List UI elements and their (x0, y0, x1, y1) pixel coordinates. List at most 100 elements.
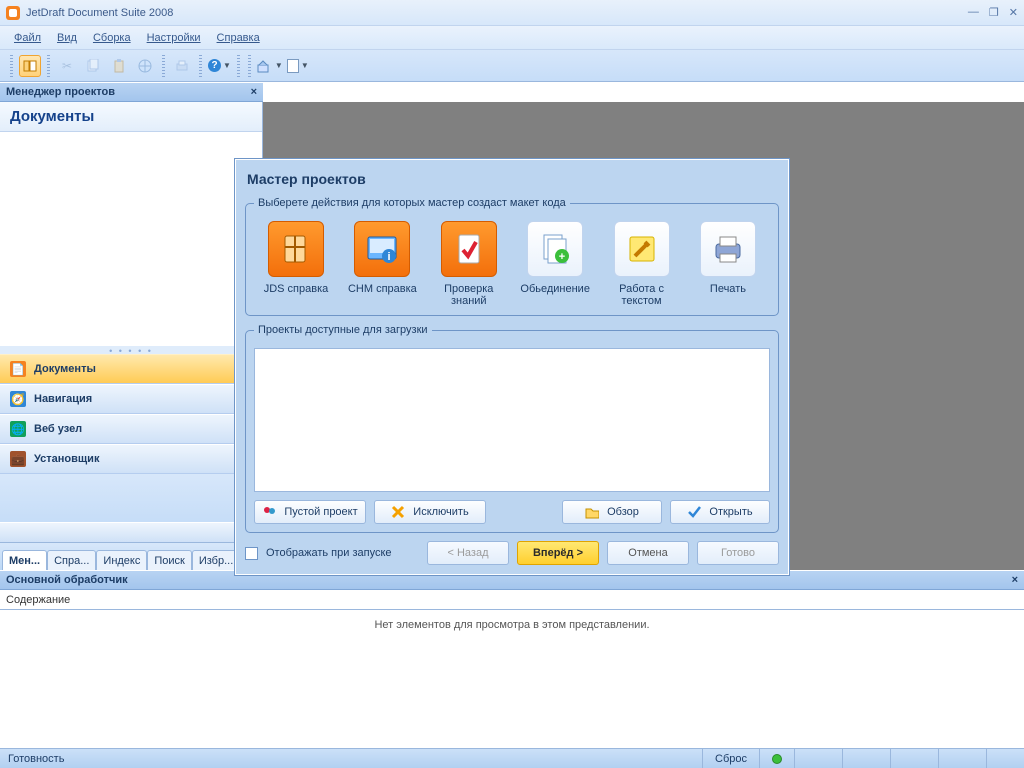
main-handler-title: Основной обработчик (6, 574, 128, 586)
opt-print-label: Печать (710, 283, 746, 295)
status-cell (842, 749, 890, 768)
preview-empty-row: Нет элементов для просмотра в этом предс… (0, 610, 1024, 640)
status-indicator (759, 749, 794, 768)
merge-icon: + (527, 221, 583, 277)
menu-help[interactable]: Справка (211, 30, 266, 46)
close-panel-button[interactable]: × (251, 86, 257, 98)
printer-icon (700, 221, 756, 277)
quiz-icon (441, 221, 497, 277)
close-button[interactable]: ✕ (1009, 6, 1018, 19)
menu-file[interactable]: Файл (8, 30, 47, 46)
opt-chm[interactable]: i CHM справка (340, 221, 424, 307)
exclude-label: Исключить (413, 506, 468, 518)
nav-documents-label: Документы (34, 363, 96, 375)
empty-project-button[interactable]: Пустой проект (254, 500, 366, 524)
documents-icon: 📄 (10, 361, 26, 377)
tool-print[interactable] (171, 55, 193, 77)
wizard-back-button[interactable]: < Назад (427, 541, 509, 565)
content-row: Содержание (0, 590, 1024, 610)
check-icon (687, 505, 701, 519)
actions-group: Выберете действия для которых мастер соз… (245, 197, 779, 316)
jds-icon (268, 221, 324, 277)
menu-view[interactable]: Вид (51, 30, 83, 46)
show-on-start-checkbox[interactable] (245, 547, 258, 560)
documents-heading: Документы (0, 102, 262, 132)
nav-webnode-label: Веб узел (34, 423, 82, 435)
tab-index[interactable]: Индекс (96, 550, 147, 570)
tool-cut[interactable]: ✂ (56, 55, 78, 77)
chm-icon: i (354, 221, 410, 277)
nav-navigation-label: Навигация (34, 393, 92, 405)
tool-toggle-panel[interactable] (19, 55, 41, 77)
tool-copy[interactable] (82, 55, 104, 77)
wizard-next-button[interactable]: Вперёд > (517, 541, 599, 565)
tab-favorites[interactable]: Избр... (192, 550, 240, 570)
opt-quiz[interactable]: Проверка знаний (427, 221, 511, 307)
sidebar-tabs: Мен... Спра... Индекс Поиск Избр... (0, 542, 262, 570)
opt-jds[interactable]: JDS справка (254, 221, 338, 307)
navigation-icon: 🧭 (10, 391, 26, 407)
toolbar-separator (47, 55, 50, 77)
splitter-handle[interactable]: • • • • • (0, 346, 262, 354)
folder-icon (585, 505, 599, 519)
menu-bar: Файл Вид Сборка Настройки Справка (0, 26, 1024, 50)
delete-icon (391, 505, 405, 519)
opt-merge-label: Обьединение (520, 283, 590, 295)
green-dot-icon (772, 754, 782, 764)
status-reset[interactable]: Сброс (702, 749, 759, 768)
status-cell (794, 749, 842, 768)
maximize-button[interactable]: ❐ (989, 6, 999, 19)
opt-text-label: Работа с текстом (600, 283, 684, 307)
nav-installer-label: Установщик (34, 453, 99, 465)
wizard-cancel-button[interactable]: Отмена (607, 541, 689, 565)
tool-page-dropdown[interactable]: ▼ (287, 59, 309, 73)
nav-webnode[interactable]: 🌐 Веб узел (0, 414, 262, 444)
open-button[interactable]: Открыть (670, 500, 770, 524)
scissors-icon: ✂ (62, 59, 72, 73)
people-icon (262, 505, 276, 519)
projects-list[interactable] (254, 348, 770, 492)
tab-manager[interactable]: Мен... (2, 550, 47, 570)
tool-paste[interactable] (108, 55, 130, 77)
minimize-button[interactable]: — (968, 6, 979, 19)
tool-help-dropdown[interactable]: ?▼ (208, 59, 231, 72)
app-icon (6, 6, 20, 20)
projects-group: Проекты доступные для загрузки Пустой пр… (245, 324, 779, 533)
opt-jds-label: JDS справка (264, 283, 329, 295)
opt-print[interactable]: Печать (686, 221, 770, 307)
toolbar-grip[interactable] (237, 55, 240, 77)
nav-documents[interactable]: 📄 Документы (0, 354, 262, 384)
close-main-handler-button[interactable]: × (1012, 574, 1018, 586)
documents-tree[interactable] (0, 132, 262, 346)
project-manager-title: Менеджер проектов (6, 86, 115, 98)
toolbar-grip[interactable] (248, 55, 251, 77)
exclude-button[interactable]: Исключить (374, 500, 486, 524)
text-icon (614, 221, 670, 277)
paste-icon (112, 59, 126, 73)
title-bar: JetDraft Document Suite 2008 — ❐ ✕ (0, 0, 1024, 26)
menu-build[interactable]: Сборка (87, 30, 137, 46)
tool-globe[interactable] (134, 55, 156, 77)
menu-settings[interactable]: Настройки (141, 30, 207, 46)
wizard-finish-button[interactable]: Готово (697, 541, 779, 565)
nav-navigation[interactable]: 🧭 Навигация (0, 384, 262, 414)
open-label: Открыть (709, 506, 752, 518)
opt-text[interactable]: Работа с текстом (600, 221, 684, 307)
opt-merge[interactable]: + Обьединение (513, 221, 597, 307)
browse-label: Обзор (607, 506, 639, 518)
chevron-down-icon: ▼ (223, 61, 231, 70)
tab-help[interactable]: Спра... (47, 550, 96, 570)
browse-button[interactable]: Обзор (562, 500, 662, 524)
opt-chm-label: CHM справка (348, 283, 417, 295)
panel-icon (22, 58, 38, 74)
web-icon: 🌐 (10, 421, 26, 437)
actions-group-label: Выберете действия для которых мастер соз… (254, 197, 570, 209)
chevron-down-icon: ▼ (301, 61, 309, 70)
tab-search[interactable]: Поиск (147, 550, 191, 570)
tool-build-dropdown[interactable]: ▼ (257, 59, 283, 73)
toolbar-grip[interactable] (10, 55, 13, 77)
status-cell (938, 749, 986, 768)
toolbar-separator (199, 55, 202, 77)
nav-overflow-bar[interactable] (0, 522, 262, 542)
nav-installer[interactable]: 💼 Установщик (0, 444, 262, 474)
